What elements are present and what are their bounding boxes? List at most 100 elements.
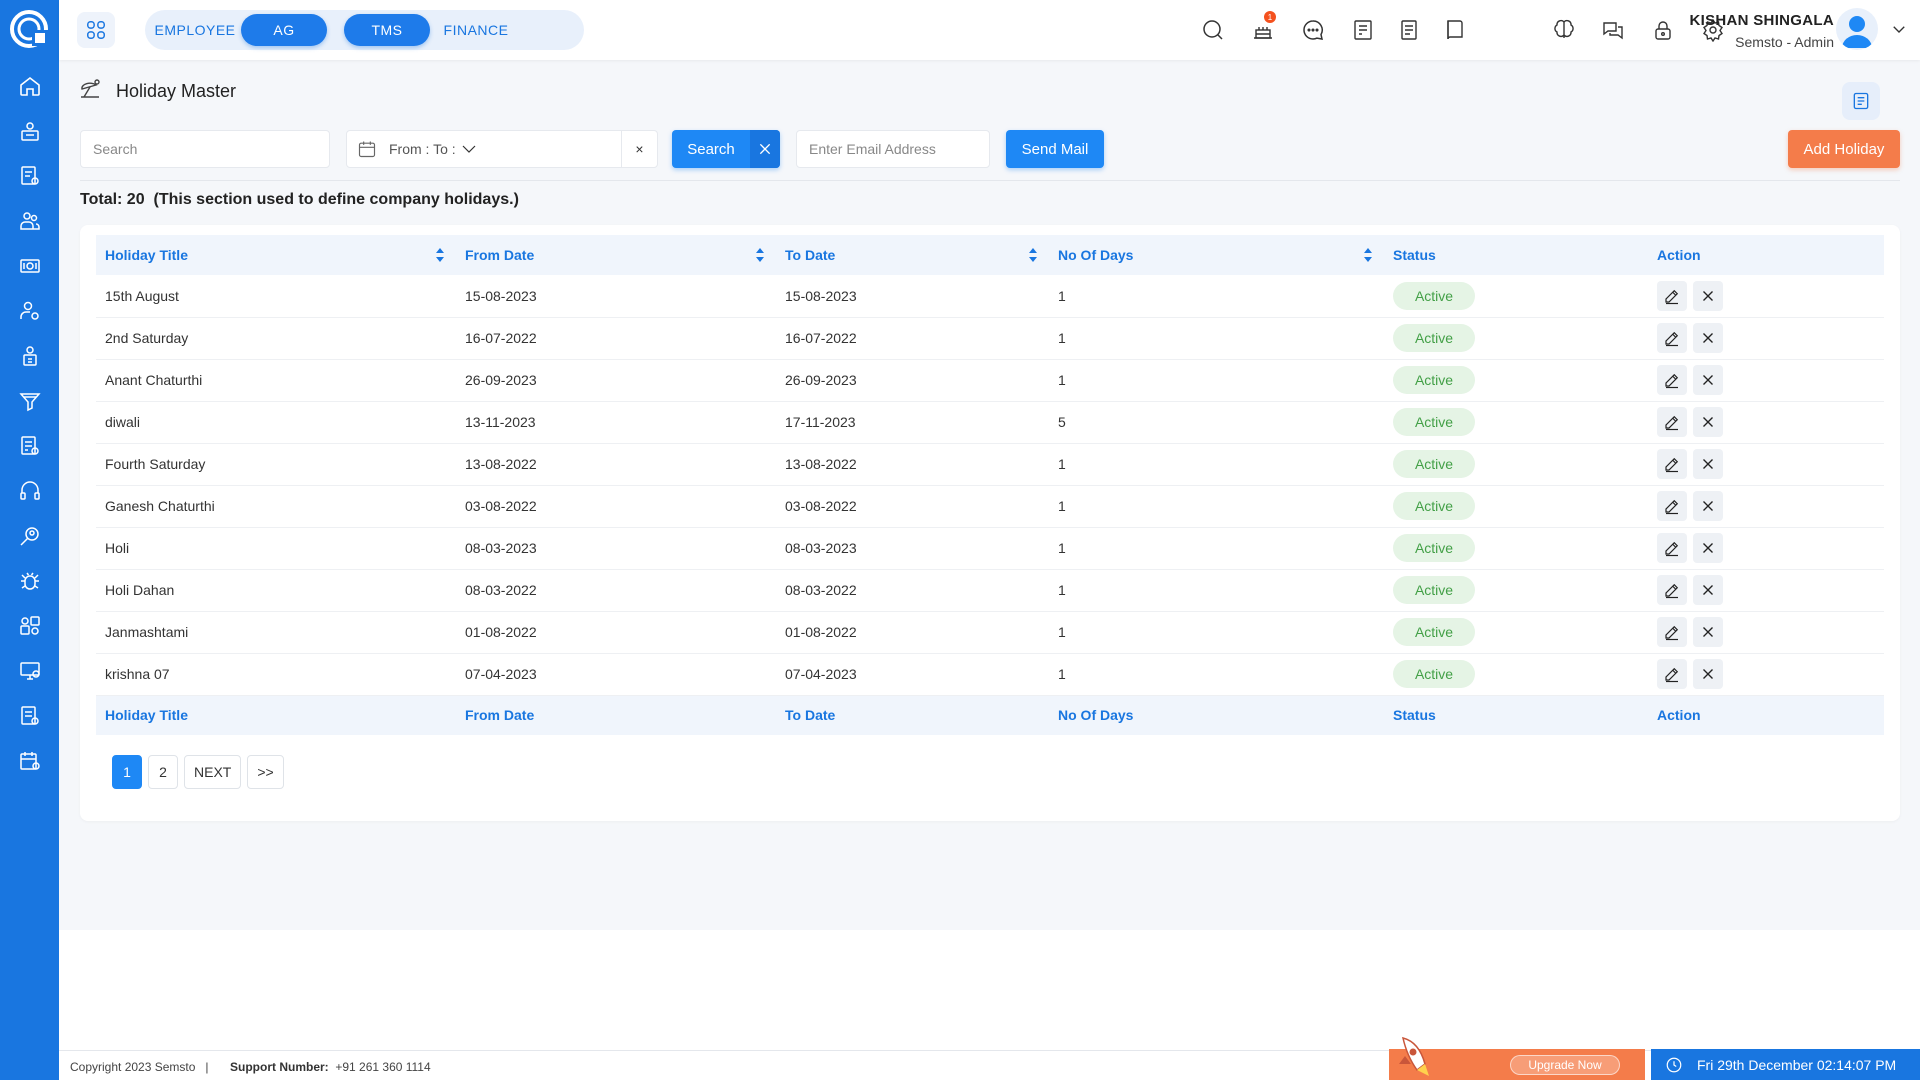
no-of-days-cell: 1: [1049, 569, 1384, 612]
upgrade-now-button[interactable]: Upgrade Now: [1510, 1055, 1620, 1075]
from-date-cell: 13-11-2023: [456, 401, 776, 444]
avatar[interactable]: [1836, 8, 1878, 50]
header-from-date[interactable]: From Date: [456, 235, 776, 275]
delete-button[interactable]: [1693, 323, 1723, 353]
reset-search-button[interactable]: [750, 130, 780, 168]
apps-grid-button[interactable]: [77, 12, 115, 48]
edit-button[interactable]: [1657, 323, 1687, 353]
holiday-title-cell: Holi: [96, 527, 456, 570]
semsto-logo[interactable]: [8, 8, 50, 50]
close-icon: [1703, 333, 1713, 343]
from-date-cell: 13-08-2022: [456, 443, 776, 486]
delete-button[interactable]: [1693, 659, 1723, 689]
search-person-icon[interactable]: [18, 524, 42, 548]
last-page-button[interactable]: >>: [247, 755, 284, 789]
edit-button[interactable]: [1657, 280, 1687, 311]
search-icon[interactable]: [1200, 17, 1226, 43]
status-badge: Active: [1393, 492, 1475, 520]
chevron-down-icon[interactable]: [1890, 20, 1908, 38]
action-cell: [1648, 443, 1884, 486]
search-input[interactable]: [80, 130, 330, 168]
finance-icon[interactable]: [18, 254, 42, 278]
document-view-button[interactable]: [1842, 82, 1880, 120]
next-page-button[interactable]: NEXT: [184, 755, 242, 789]
delete-button[interactable]: [1693, 449, 1723, 479]
edit-button[interactable]: [1657, 617, 1687, 647]
monitor-icon[interactable]: [18, 659, 42, 683]
to-date-cell: 07-04-2023: [776, 653, 1049, 696]
to-date-cell: 16-07-2022: [776, 317, 1049, 360]
documents-settings-icon[interactable]: [18, 164, 42, 188]
page-2-button[interactable]: 2: [148, 755, 178, 789]
delete-button[interactable]: [1693, 617, 1723, 647]
report-icon[interactable]: [18, 434, 42, 458]
delete-button[interactable]: [1693, 533, 1723, 563]
holiday-title-cell: 15th August: [96, 275, 456, 318]
edit-button[interactable]: [1657, 407, 1687, 437]
no-of-days-cell: 1: [1049, 443, 1384, 486]
no-of-days-cell: 1: [1049, 485, 1384, 528]
close-icon: [1703, 501, 1713, 511]
certificate-icon[interactable]: [1350, 17, 1376, 43]
footer-action: Action: [1648, 695, 1884, 735]
datetime-display: Fri 29th December 02:14:07 PM: [1651, 1049, 1920, 1080]
book-icon[interactable]: [1442, 17, 1468, 43]
pencil-icon: [1665, 583, 1679, 599]
add-holiday-button[interactable]: Add Holiday: [1788, 130, 1900, 168]
action-cell: [1648, 653, 1884, 696]
module-tab-finance[interactable]: FINANCE: [430, 14, 522, 46]
brain-icon[interactable]: [1551, 17, 1577, 43]
calendar-check-icon[interactable]: [18, 749, 42, 773]
delete-button[interactable]: [1693, 407, 1723, 437]
holiday-title-cell: 2nd Saturday: [96, 317, 456, 360]
close-icon: [1703, 669, 1713, 679]
delete-button[interactable]: [1693, 365, 1723, 395]
team-icon[interactable]: [18, 209, 42, 233]
status-badge: Active: [1393, 281, 1475, 310]
pagination: 1 2 NEXT >>: [112, 755, 290, 789]
clear-date-button[interactable]: ×: [621, 130, 657, 168]
close-icon: [1703, 375, 1713, 385]
edit-button[interactable]: [1657, 659, 1687, 689]
delete-button[interactable]: [1693, 491, 1723, 521]
edit-button[interactable]: [1657, 575, 1687, 605]
chat-icon[interactable]: [1300, 17, 1326, 43]
holiday-title-cell: Anant Chaturthi: [96, 359, 456, 402]
page-1-button[interactable]: 1: [112, 755, 142, 789]
send-mail-button[interactable]: Send Mail: [1006, 130, 1104, 168]
header-no-of-days[interactable]: No Of Days: [1049, 235, 1384, 275]
delete-button[interactable]: [1693, 575, 1723, 605]
billing-icon[interactable]: [18, 704, 42, 728]
edit-button[interactable]: [1657, 449, 1687, 479]
edit-button[interactable]: [1657, 533, 1687, 563]
home-icon[interactable]: [18, 74, 42, 98]
from-date-cell: 16-07-2022: [456, 317, 776, 360]
email-input[interactable]: [796, 130, 990, 168]
table-row: 15th August 15-08-2023 15-08-2023 1 Active: [96, 275, 1884, 318]
module-tab-tms[interactable]: TMS: [344, 14, 430, 46]
search-button[interactable]: Search: [672, 130, 780, 168]
modules-icon[interactable]: [18, 614, 42, 638]
bug-icon[interactable]: [18, 569, 42, 593]
status-badge: Active: [1393, 660, 1475, 688]
module-tab-employee[interactable]: EMPLOYEE: [149, 14, 241, 46]
user-settings-icon[interactable]: [18, 299, 42, 323]
module-tab-ag[interactable]: AG: [241, 14, 327, 46]
date-range-picker[interactable]: From : To : ×: [346, 130, 658, 168]
header-to-date[interactable]: To Date: [776, 235, 1049, 275]
header-holiday-title[interactable]: Holiday Title: [96, 235, 456, 275]
pencil-icon: [1665, 331, 1679, 347]
delete-button[interactable]: [1693, 280, 1723, 311]
support-headset-icon[interactable]: [18, 479, 42, 503]
header-action: Action: [1648, 235, 1884, 275]
employee-tasks-icon[interactable]: [18, 119, 42, 143]
conversation-icon[interactable]: [1600, 17, 1626, 43]
notes-icon[interactable]: [1396, 17, 1422, 43]
edit-button[interactable]: [1657, 365, 1687, 395]
funnel-icon[interactable]: [18, 389, 42, 413]
edit-button[interactable]: [1657, 491, 1687, 521]
celebration-icon[interactable]: 1: [1250, 11, 1276, 43]
lock-icon[interactable]: [1650, 17, 1676, 43]
action-cell: [1648, 359, 1884, 402]
person-badge-icon[interactable]: [18, 344, 42, 368]
